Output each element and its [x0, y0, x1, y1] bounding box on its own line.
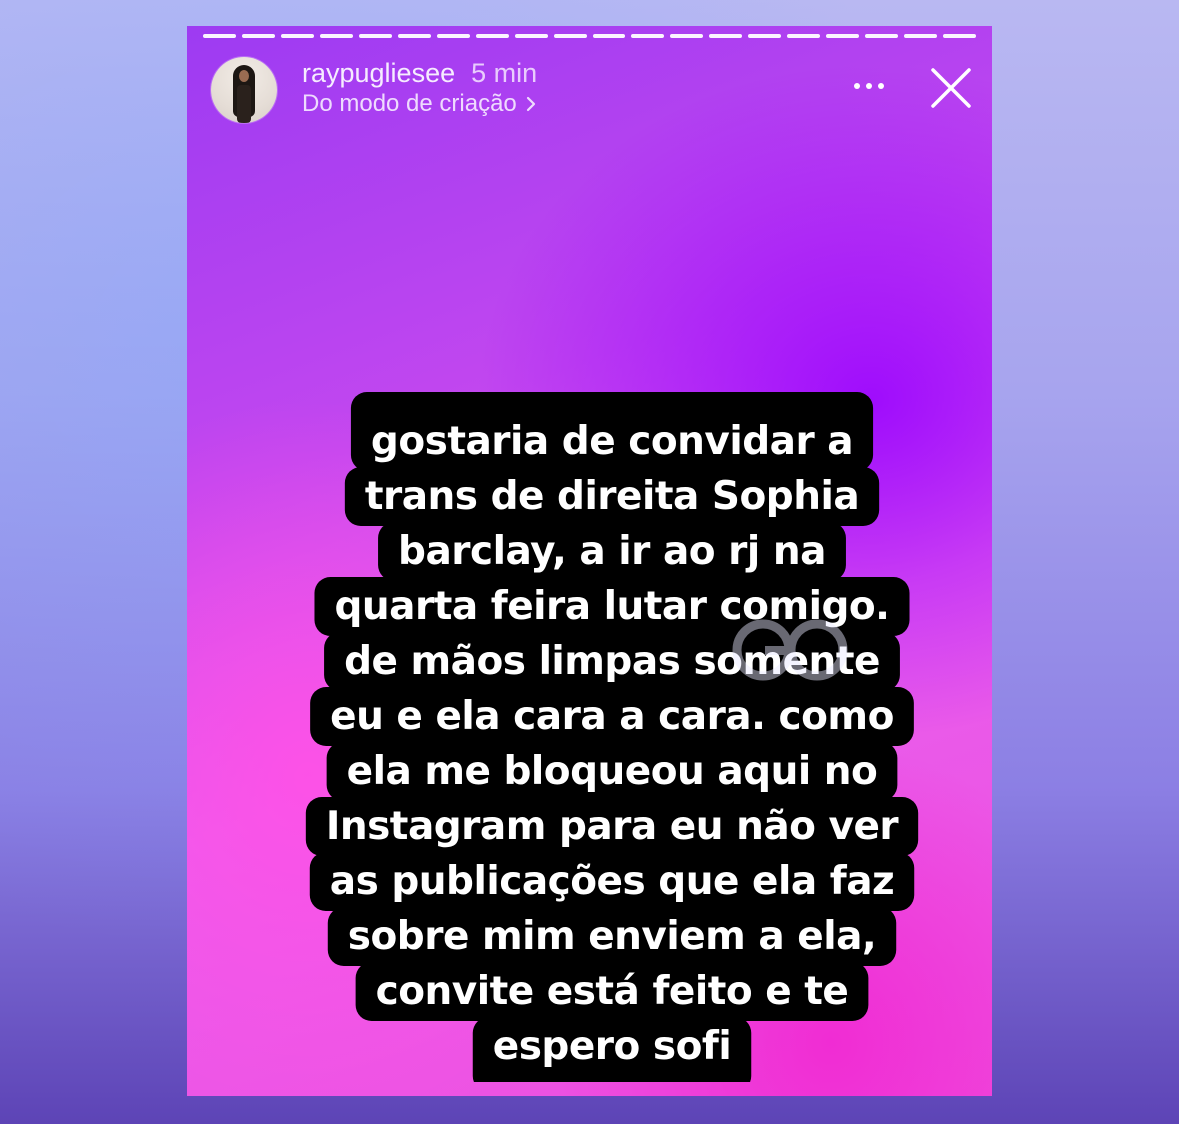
source-label: Do modo de criação	[302, 90, 517, 117]
progress-segment	[592, 34, 626, 38]
avatar-body	[237, 85, 251, 123]
progress-segment	[203, 34, 236, 38]
story-text-line: gostaria de convidar a	[370, 419, 854, 464]
progress-segment	[280, 34, 314, 38]
progress-segment	[436, 34, 470, 38]
progress-segment	[397, 34, 431, 38]
chevron-right-icon	[526, 96, 535, 112]
avatar-face	[239, 70, 249, 82]
story-text-line: Instagram para eu não ver	[325, 804, 899, 849]
story-text-line: barclay, a ir ao rj na	[398, 529, 826, 574]
avatar[interactable]	[211, 57, 277, 123]
story-text-line: trans de direita Sophia	[364, 474, 860, 519]
watermark-logo-icon	[732, 619, 848, 681]
story-text-line: ela me bloqueou aqui no	[346, 749, 878, 794]
progress-segment	[670, 34, 704, 38]
story-text-sticker: gostaria de convidar a trans de direita S…	[287, 392, 937, 1082]
username-link[interactable]: raypugliesee	[302, 58, 455, 89]
progress-segment	[904, 34, 938, 38]
story-text-line: espero sofi	[492, 1024, 732, 1069]
progress-segment	[319, 34, 353, 38]
story-timestamp: 5 min	[471, 58, 538, 88]
progress-segment	[943, 34, 977, 38]
progress-segment	[514, 34, 548, 38]
progress-segment	[358, 34, 392, 38]
story-header: raypugliesee 5 min	[302, 58, 537, 89]
progress-segment	[631, 34, 665, 38]
source-link[interactable]: Do modo de criação	[302, 90, 539, 118]
story-viewer[interactable]: raypugliesee 5 min Do modo de criação go…	[187, 26, 992, 1096]
progress-segment	[748, 34, 782, 38]
progress-segment	[787, 34, 821, 38]
more-options-icon[interactable]	[851, 74, 887, 98]
story-progress-bar	[203, 34, 977, 38]
progress-segment	[553, 34, 587, 38]
progress-segment	[475, 34, 509, 38]
progress-segment	[826, 34, 860, 38]
story-text-line: sobre mim enviem a ela,	[347, 914, 877, 959]
progress-segment	[709, 34, 743, 38]
close-icon[interactable]	[927, 64, 975, 112]
progress-segment	[865, 34, 899, 38]
progress-segment	[241, 34, 275, 38]
story-text-line: convite está feito e te	[375, 969, 849, 1014]
story-text-line: eu e ela cara a cara. como	[330, 694, 894, 739]
story-text-line: as publicações que ela faz	[329, 859, 895, 904]
